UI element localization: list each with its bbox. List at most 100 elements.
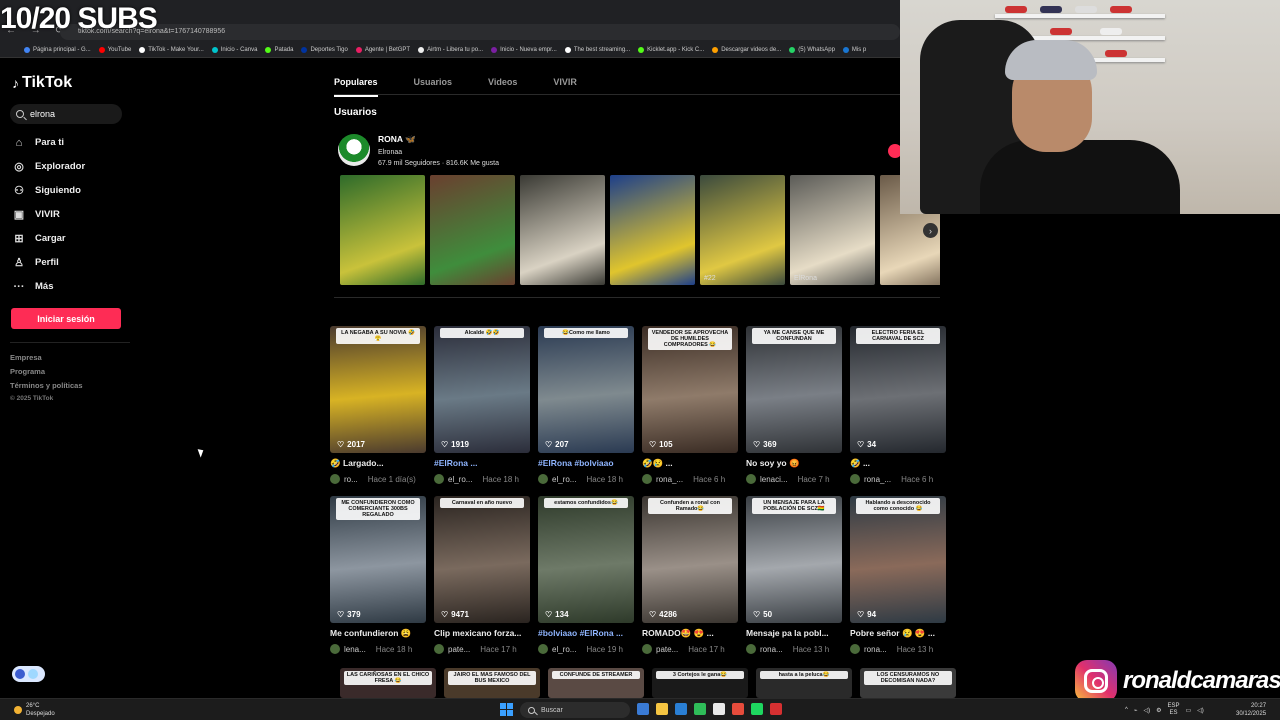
bookmark-item[interactable]: Mis p (842, 46, 866, 53)
video-thumbnail[interactable]: UN MENSAJE PARA LA POBLACIÓN DE SCZ🇧🇴 ♡ 50 (746, 496, 842, 623)
video-thumbnail[interactable]: JAIRO EL MAS FAMOSO DEL BUS MEXICO (444, 668, 540, 698)
author-name[interactable]: lenaci... (760, 475, 788, 484)
video-thumbnail[interactable]: Hablando a desconocido como conocido 😂 ♡ 9… (850, 496, 946, 623)
video-thumbnail[interactable]: 3 Cortejos le gana😂 (652, 668, 748, 698)
author-avatar[interactable] (538, 474, 548, 484)
video-card[interactable]: VENDEDOR SE APROVECHA DE HUMILDES COMPRA… (642, 326, 738, 484)
author-name[interactable]: rona... (864, 645, 887, 654)
tiktok-logo[interactable]: ♪ TikTok (12, 74, 72, 92)
user-video-thumbnail[interactable]: #22 (700, 175, 785, 285)
sidebar-item-para-ti[interactable]: ⌂ Para ti (12, 134, 85, 151)
video-thumbnail[interactable]: 😂Como me llamo ♡ 207 (538, 326, 634, 453)
video-description[interactable]: 🤣😢 ... (642, 458, 738, 469)
video-description[interactable]: 🤣 Largado... (330, 458, 426, 469)
author-name[interactable]: rona... (760, 645, 783, 654)
bookmark-item[interactable]: Deportes Tigo (301, 46, 348, 53)
taskbar-app-icon[interactable] (656, 703, 668, 715)
author-name[interactable]: pate... (448, 645, 470, 654)
video-thumbnail[interactable]: hasta a la peluca😂 (756, 668, 852, 698)
video-thumbnail[interactable]: VENDEDOR SE APROVECHA DE HUMILDES COMPRA… (642, 326, 738, 453)
bookmark-item[interactable]: Kicklet.app - Kick C... (638, 46, 704, 53)
author-name[interactable]: pate... (656, 645, 678, 654)
sidebar-item-cargar[interactable]: ⊞ Cargar (12, 230, 85, 247)
user-video-thumbnail[interactable] (520, 175, 605, 285)
video-card[interactable]: ELECTRO FERIA EL CARNAVAL DE SCZ ♡ 34 🤣 ...… (850, 326, 946, 484)
sidebar-item-explorador[interactable]: ◎ Explorador (12, 158, 85, 175)
bookmark-item[interactable]: TikTok - Make Your... (139, 46, 204, 53)
video-card[interactable]: UN MENSAJE PARA LA POBLACIÓN DE SCZ🇧🇴 ♡ 50… (746, 496, 842, 654)
settings-icon[interactable]: ⚙ (1156, 707, 1161, 714)
monitor-icon[interactable]: ▭ (1185, 707, 1191, 714)
author-avatar[interactable] (850, 644, 860, 654)
video-card[interactable]: ME CONFUNDIERON COMO COMERCIANTE 300BS R… (330, 496, 426, 654)
video-description[interactable]: #bolviaao #ElRona ... (538, 628, 634, 639)
taskbar-clock[interactable]: 20:27 30/12/2025 (1236, 702, 1266, 718)
taskbar-search[interactable]: Buscar (520, 702, 630, 718)
language-indicator[interactable]: ESP ES (1167, 703, 1179, 717)
video-thumbnail[interactable]: LOS CENSURAMOS NO DECOMISAN NADA? (860, 668, 956, 698)
user-video-thumbnail[interactable] (430, 175, 515, 285)
volume-icon[interactable]: ◁) (1143, 707, 1150, 714)
video-description[interactable]: No soy yo 😡 (746, 458, 842, 469)
user-video-thumbnail[interactable] (610, 175, 695, 285)
author-name[interactable]: el_ro... (552, 645, 576, 654)
chevron-up-icon[interactable]: ^ (1125, 707, 1128, 713)
author-avatar[interactable] (746, 644, 756, 654)
video-card[interactable]: estamos confundidos😂 ♡ 134 #bolviaao #ElRon… (538, 496, 634, 654)
video-card[interactable]: LA NEGABA A SU NOVIA 🤣😤 ♡ 2017 🤣 Largado...… (330, 326, 426, 484)
bookmark-item[interactable]: The best streaming... (564, 46, 630, 53)
video-description[interactable]: Pobre señor 😢 😍 ... (850, 628, 946, 639)
author-avatar[interactable] (642, 474, 652, 484)
author-avatar[interactable] (434, 644, 444, 654)
video-thumbnail[interactable]: estamos confundidos😂 ♡ 134 (538, 496, 634, 623)
bookmark-item[interactable]: Inicio - Canva (211, 46, 257, 53)
video-card[interactable]: Alcalde 🤣🤣 ♡ 1919 #ElRona ... el_ro... Hace 1… (434, 326, 530, 484)
chat-widget[interactable] (12, 666, 45, 682)
video-card[interactable]: Confunden a ronal con Ramado😂 ♡ 4286 ROMADO… (642, 496, 738, 654)
video-description[interactable]: 🤣 ... (850, 458, 946, 469)
search-input[interactable]: elrona (10, 104, 122, 124)
sidebar-item-más[interactable]: ··· Más (12, 278, 85, 295)
address-bar[interactable]: tiktok.com/search?q=elrona&t=17671407889… (60, 24, 900, 40)
author-name[interactable]: el_ro... (448, 475, 472, 484)
user-result[interactable]: RONA 🦋 Elronaa 67.9 mil Seguidores · 816… (338, 134, 499, 167)
video-description[interactable]: ROMADO🤩 😍 ... (642, 628, 738, 639)
bookmark-item[interactable]: Agente | BetGPT (355, 46, 410, 53)
video-thumbnail[interactable]: CONFUNDE DE STREAMER (548, 668, 644, 698)
video-description[interactable]: #ElRona #bolviaao (538, 458, 634, 469)
video-thumbnail[interactable]: LAS CARIÑOSAS EN EL CHICO FRESA 😂 (340, 668, 436, 698)
taskbar-app-icon[interactable] (637, 703, 649, 715)
bookmark-item[interactable]: Inicio - Nueva empr... (491, 46, 557, 53)
video-description[interactable]: Mensaje pa la pobl... (746, 628, 842, 639)
video-thumbnail[interactable]: Alcalde 🤣🤣 ♡ 1919 (434, 326, 530, 453)
footer-link-programa[interactable]: Programa (10, 367, 83, 376)
bookmark-item[interactable]: Patada (265, 46, 293, 53)
user-video-thumbnail[interactable]: ElRona (790, 175, 875, 285)
bookmark-item[interactable]: Airtm - Libera tu po... (418, 46, 483, 53)
author-avatar[interactable] (330, 644, 340, 654)
video-description[interactable]: Clip mexicano forza... (434, 628, 530, 639)
bookmark-item[interactable]: (5) WhatsApp (789, 46, 835, 53)
author-name[interactable]: rona_... (656, 475, 683, 484)
author-name[interactable]: ro... (344, 475, 358, 484)
video-description[interactable]: #ElRona ... (434, 458, 530, 469)
sidebar-item-perfil[interactable]: ♙ Perfil (12, 254, 85, 271)
windows-start-icon[interactable] (500, 703, 513, 716)
author-name[interactable]: rona_... (864, 475, 891, 484)
video-thumbnail[interactable]: Carnaval en año nuevo ♡ 9471 (434, 496, 530, 623)
video-thumbnail[interactable]: ELECTRO FERIA EL CARNAVAL DE SCZ ♡ 34 (850, 326, 946, 453)
video-description[interactable]: Me confundieron 😩 (330, 628, 426, 639)
speaker-icon[interactable]: ◁) (1197, 707, 1204, 714)
video-thumbnail[interactable]: ME CONFUNDIERON COMO COMERCIANTE 300BS R… (330, 496, 426, 623)
author-avatar[interactable] (434, 474, 444, 484)
weather-widget[interactable]: 26°C Despejado (14, 702, 55, 718)
author-name[interactable]: el_ro... (552, 475, 576, 484)
taskbar-app-icon[interactable] (770, 703, 782, 715)
taskbar-app-icon[interactable] (732, 703, 744, 715)
sidebar-item-vivir[interactable]: ▣ VIVIR (12, 206, 85, 223)
bookmark-item[interactable]: YouTube (98, 46, 131, 53)
login-button[interactable]: Iniciar sesión (11, 308, 121, 329)
video-card[interactable]: Hablando a desconocido como conocido 😂 ♡ 9… (850, 496, 946, 654)
bookmark-item[interactable]: Página principal - G... (24, 46, 91, 53)
video-card[interactable]: YA ME CANSE QUE ME CONFUNDAN ♡ 369 No soy y… (746, 326, 842, 484)
